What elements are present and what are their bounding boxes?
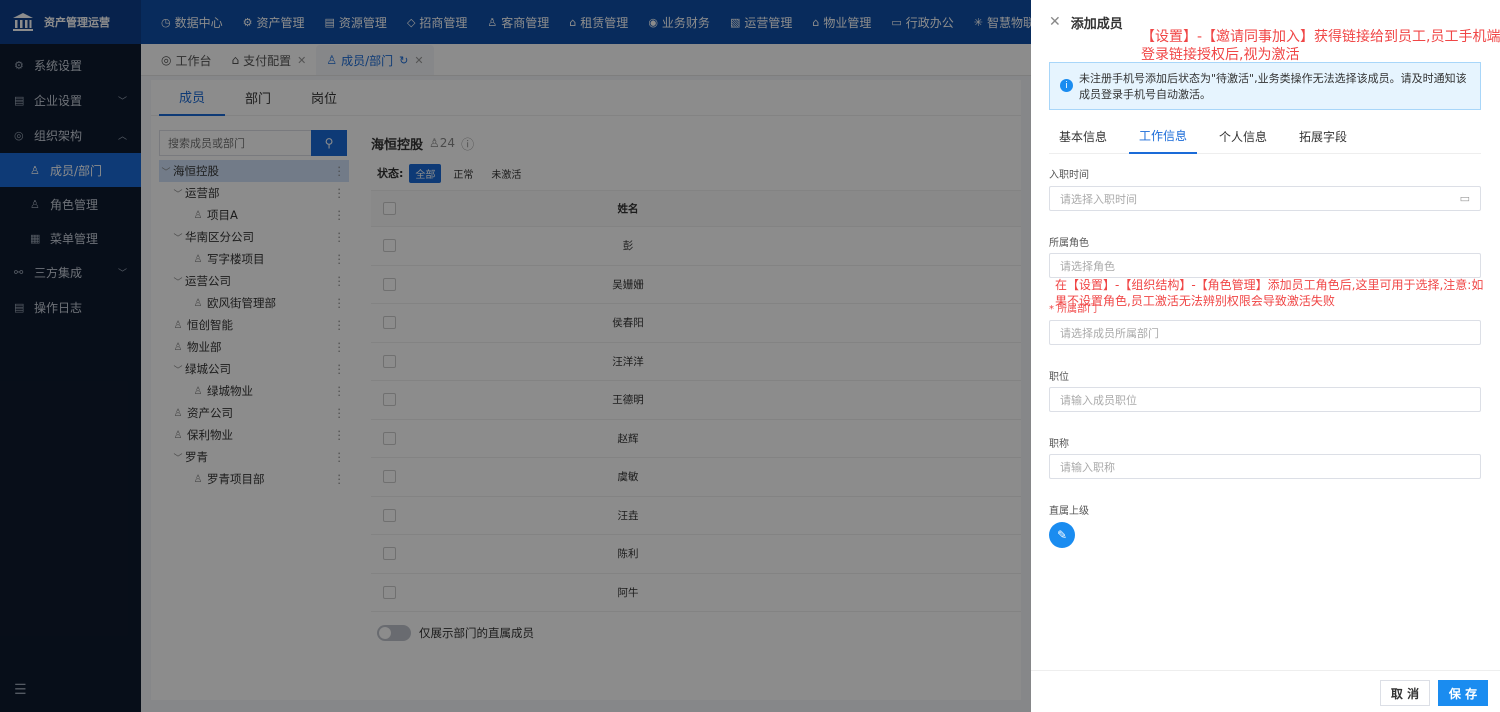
tab-basic-info[interactable]: 基本信息 xyxy=(1049,118,1117,154)
info-alert: i 未注册手机号添加后状态为"待激活",业务类操作无法选择该成员。请及时通知该成… xyxy=(1049,62,1481,110)
hire-date-picker[interactable]: 请选择入职时间 ▭ xyxy=(1049,186,1481,211)
annotation-activation-note: 【设置】-【邀请同事加入】获得链接给到员工,员工手机端登录链接授权后,视为激活 xyxy=(1141,29,1500,63)
annotation-role-note: 在【设置】-【组织结构】-【角色管理】添加员工角色后,这里可用于选择,注意:如果… xyxy=(1055,278,1484,308)
select-supervisor-button[interactable]: ✎ xyxy=(1049,522,1075,548)
info-icon: i xyxy=(1060,79,1073,92)
role-select[interactable]: 请选择角色 xyxy=(1049,253,1481,278)
title-label: 职称 xyxy=(1049,439,1069,450)
save-button[interactable]: 保 存 xyxy=(1438,680,1488,706)
add-member-drawer: ✕ 添加成员 【设置】-【邀请同事加入】获得链接给到员工,员工手机端登录链接授权… xyxy=(1031,0,1500,712)
position-input[interactable]: 请输入成员职位 xyxy=(1049,387,1481,412)
supervisor-label: 直属上级 xyxy=(1049,506,1089,517)
role-label: 所属角色 xyxy=(1049,238,1089,249)
drawer-tabs: 基本信息 工作信息 个人信息 拓展字段 xyxy=(1049,118,1481,154)
tab-personal-info[interactable]: 个人信息 xyxy=(1209,118,1277,154)
drawer-footer: 取 消 保 存 xyxy=(1031,670,1500,712)
tab-work-info[interactable]: 工作信息 xyxy=(1129,118,1198,154)
modal-overlay[interactable] xyxy=(0,0,1031,712)
job-title-input[interactable]: 请输入职称 xyxy=(1049,454,1481,479)
pencil-icon: ✎ xyxy=(1056,528,1068,542)
tab-extended-fields[interactable]: 拓展字段 xyxy=(1289,118,1357,154)
calendar-icon: ▭ xyxy=(1459,192,1470,205)
hire-date-label: 入职时间 xyxy=(1049,170,1089,181)
cancel-button[interactable]: 取 消 xyxy=(1380,680,1430,706)
department-select[interactable]: 请选择成员所属部门 xyxy=(1049,320,1481,345)
close-icon[interactable]: ✕ xyxy=(1049,14,1061,30)
position-label: 职位 xyxy=(1049,372,1069,383)
drawer-title: 添加成员 xyxy=(1070,16,1123,32)
